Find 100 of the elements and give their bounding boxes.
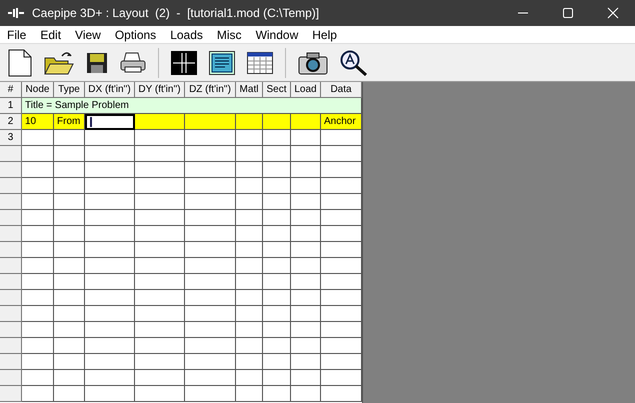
table-icon[interactable] (247, 52, 273, 74)
column-header[interactable]: Data (321, 82, 362, 98)
table-cell (291, 306, 321, 322)
row-header[interactable] (0, 290, 22, 306)
column-header[interactable]: Matl (236, 82, 263, 98)
table-cell (54, 130, 85, 146)
table-cell (185, 258, 236, 274)
column-header[interactable]: Sect (263, 82, 291, 98)
table-cell (22, 274, 54, 290)
menu-item[interactable]: File (7, 28, 26, 42)
table-cell (135, 226, 185, 242)
table-cell (263, 130, 291, 146)
close-icon[interactable] (607, 7, 619, 19)
column-header[interactable]: Node (22, 82, 54, 98)
table-cell (85, 306, 135, 322)
table-cell (135, 130, 185, 146)
table-cell (236, 146, 263, 162)
new-file-icon[interactable] (8, 48, 32, 76)
table-cell (85, 162, 135, 178)
table-cell (85, 130, 135, 146)
table-cell (263, 242, 291, 258)
row-header[interactable] (0, 162, 22, 178)
row-header[interactable] (0, 226, 22, 242)
camera-icon[interactable] (298, 50, 328, 74)
menu-item[interactable]: Edit (40, 28, 62, 42)
table-cell (263, 146, 291, 162)
text-list-icon[interactable] (209, 50, 235, 74)
menu-item[interactable]: Help (312, 28, 337, 42)
table-cell (135, 354, 185, 370)
row-header[interactable] (0, 322, 22, 338)
column-header[interactable]: Type (54, 82, 85, 98)
row-header[interactable] (0, 146, 22, 162)
table-cell (85, 178, 135, 194)
row-header[interactable] (0, 258, 22, 274)
menu-item[interactable]: View (75, 28, 101, 42)
table-cell (85, 146, 135, 162)
table-cell (291, 194, 321, 210)
table-cell (236, 130, 263, 146)
table-cell (22, 210, 54, 226)
row-number: 1 (0, 98, 22, 114)
table-cell (185, 290, 236, 306)
table-cell (291, 322, 321, 338)
column-header[interactable]: DZ (ft'in'') (185, 82, 236, 98)
table-cell (185, 242, 236, 258)
open-folder-icon[interactable] (44, 50, 74, 76)
table-cell (135, 242, 185, 258)
row-header[interactable] (0, 306, 22, 322)
table-cell (22, 258, 54, 274)
row-header[interactable] (0, 386, 22, 402)
maximize-icon[interactable] (562, 7, 574, 19)
row-header[interactable] (0, 370, 22, 386)
row-header[interactable] (0, 194, 22, 210)
table-cell (291, 210, 321, 226)
table-cell (85, 194, 135, 210)
table-cell (291, 338, 321, 354)
zoom-icon[interactable] (340, 50, 368, 76)
table-cell (54, 178, 85, 194)
menu-item[interactable]: Misc (216, 28, 242, 42)
column-header[interactable]: DY (ft'in'') (135, 82, 185, 98)
table-cell (185, 370, 236, 386)
row-number: 3 (0, 130, 22, 146)
table-cell (85, 242, 135, 258)
row-header[interactable] (0, 178, 22, 194)
table-cell (54, 306, 85, 322)
table-cell (185, 226, 236, 242)
table-row[interactable]: 2 10 From Anchor (0, 114, 362, 130)
crosshair-icon[interactable] (171, 50, 197, 74)
table-cell (263, 162, 291, 178)
row-header[interactable] (0, 274, 22, 290)
table-cell (85, 274, 135, 290)
table-cell (22, 130, 54, 146)
column-header[interactable]: # (0, 82, 22, 98)
table-cell (22, 194, 54, 210)
row-header[interactable] (0, 354, 22, 370)
table-cell (22, 226, 54, 242)
row-header[interactable] (0, 242, 22, 258)
save-icon[interactable] (86, 52, 108, 74)
row-header[interactable] (0, 210, 22, 226)
table-cell (135, 274, 185, 290)
table-cell (135, 194, 185, 210)
table-cell (54, 226, 85, 242)
table-cell (185, 210, 236, 226)
table-cell (263, 258, 291, 274)
table-cell (22, 162, 54, 178)
table-row[interactable]: 1 Title = Sample Problem (0, 98, 362, 114)
column-header[interactable]: DX (ft'in'') (85, 82, 135, 98)
table-cell (236, 258, 263, 274)
table-cell (263, 322, 291, 338)
menu-item[interactable]: Loads (170, 28, 203, 42)
printer-icon[interactable] (120, 52, 146, 74)
table-cell (85, 338, 135, 354)
column-header[interactable]: Load (291, 82, 321, 98)
table-row[interactable]: 3 (0, 130, 362, 146)
table-cell (263, 290, 291, 306)
table-cell (236, 242, 263, 258)
table-cell (263, 194, 291, 210)
table-cell (236, 354, 263, 370)
row-header[interactable] (0, 338, 22, 354)
menu-item[interactable]: Window (256, 28, 298, 42)
menu-item[interactable]: Options (114, 28, 156, 42)
